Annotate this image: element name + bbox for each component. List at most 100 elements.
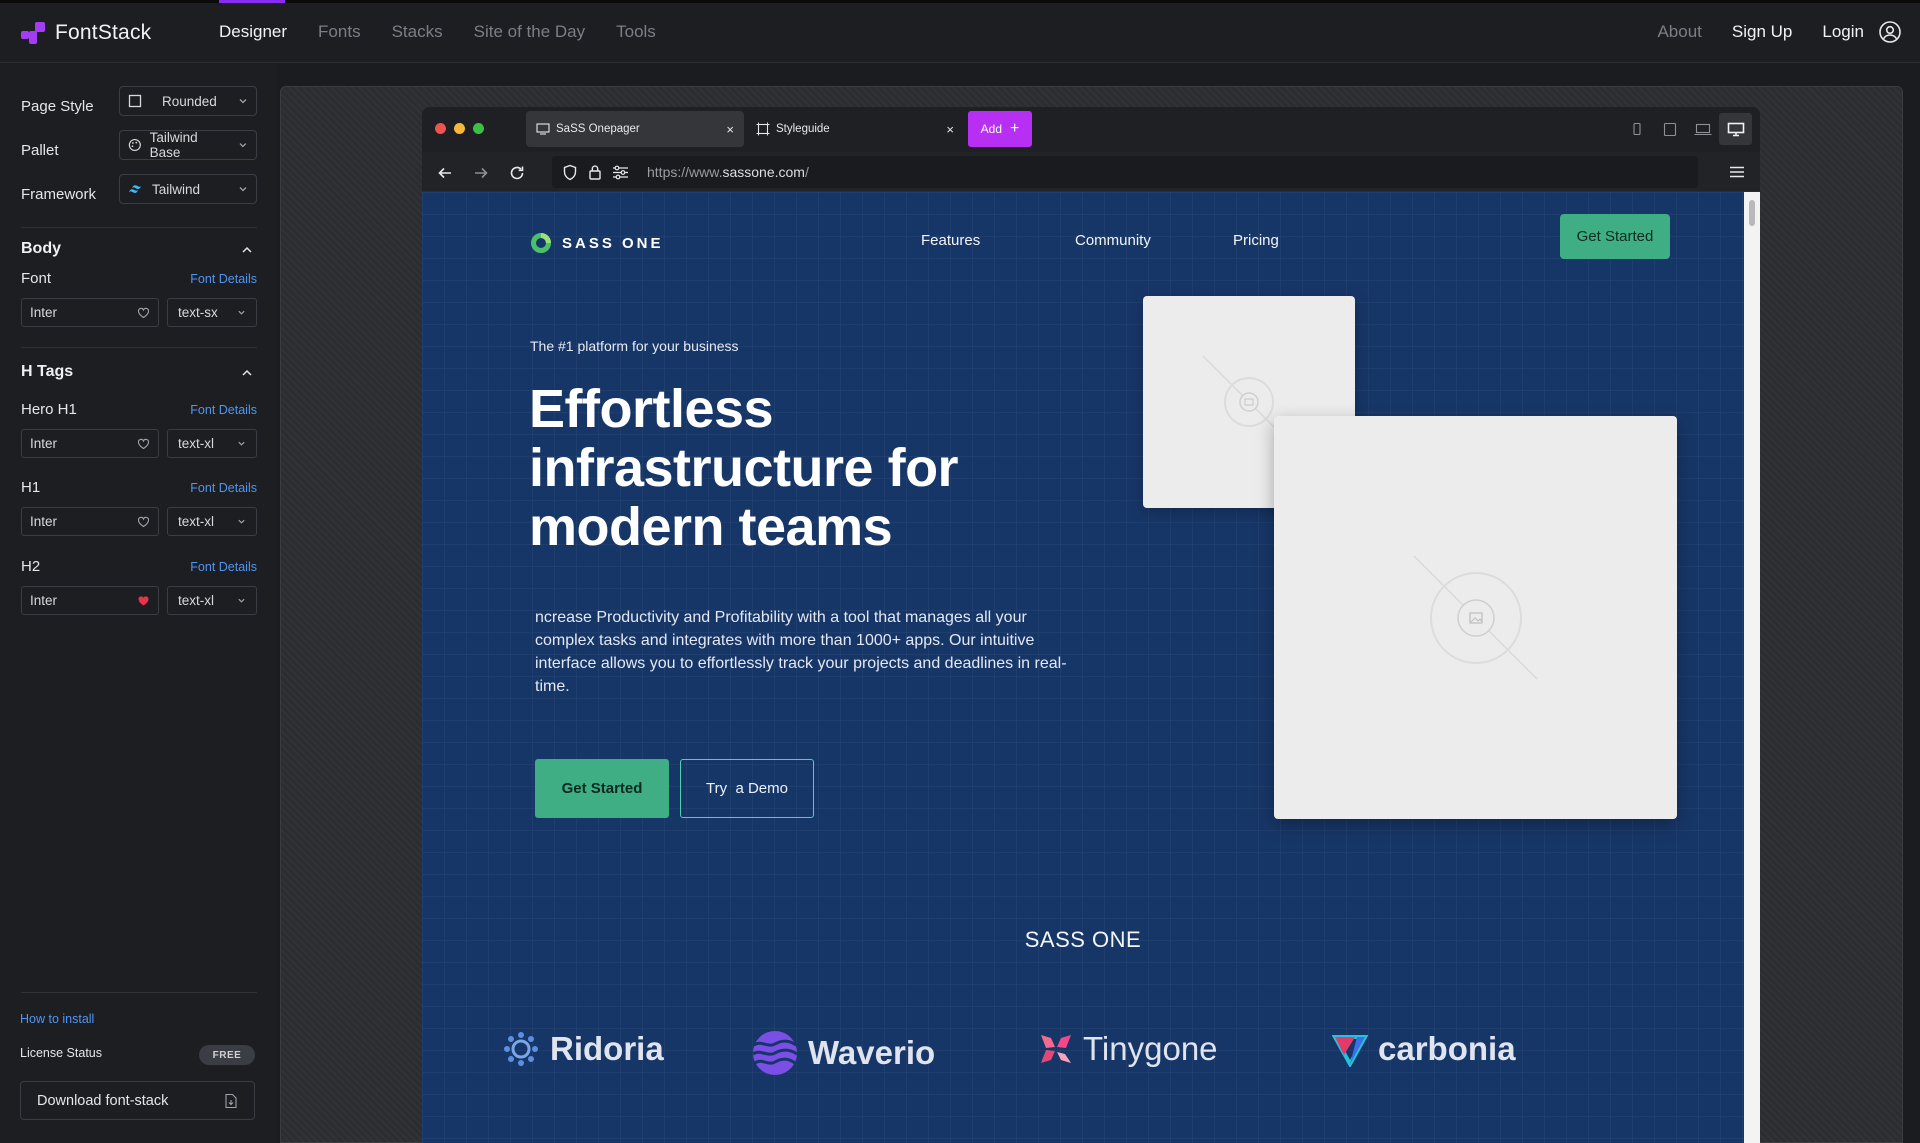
frame-icon bbox=[756, 122, 770, 136]
app-logo[interactable]: FontStack bbox=[21, 20, 151, 46]
pallet-select[interactable]: Tailwind Base bbox=[119, 130, 257, 160]
url-prefix: https://www. bbox=[647, 164, 723, 180]
tab-close-icon[interactable]: × bbox=[946, 122, 954, 137]
chevron-up-icon[interactable] bbox=[240, 243, 254, 257]
forward-arrow-icon[interactable] bbox=[472, 164, 490, 182]
heart-filled-icon[interactable] bbox=[137, 595, 150, 607]
tab-close-icon[interactable]: × bbox=[726, 122, 734, 137]
tune-sliders-icon[interactable] bbox=[612, 165, 629, 180]
h2-font-input[interactable]: Inter bbox=[21, 586, 159, 615]
tab-sass-onepager[interactable]: SaSS Onepager × bbox=[526, 111, 744, 147]
framework-row: Framework bbox=[21, 179, 96, 209]
client-logo-carbonia: carbonia bbox=[1332, 1030, 1516, 1068]
tab-styleguide[interactable]: Styleguide × bbox=[746, 111, 964, 147]
nav-designer[interactable]: Designer bbox=[219, 22, 287, 42]
site-nav-community[interactable]: Community bbox=[1075, 232, 1151, 249]
site-brand-heading: SASS ONE bbox=[1024, 927, 1142, 952]
nav-about[interactable]: About bbox=[1657, 22, 1701, 42]
h2-font-value: Inter bbox=[30, 593, 58, 608]
h1-font-value: Inter bbox=[30, 514, 58, 529]
page-style-select[interactable]: Rounded bbox=[119, 86, 257, 116]
nav-signup[interactable]: Sign Up bbox=[1732, 22, 1792, 42]
hero-h1-size-select[interactable]: text-xl bbox=[167, 429, 257, 458]
chevron-down-icon bbox=[238, 310, 245, 315]
nav-tools[interactable]: Tools bbox=[616, 22, 656, 42]
pallet-row: Pallet bbox=[21, 135, 59, 165]
nav-fonts[interactable]: Fonts bbox=[318, 22, 361, 42]
scrollbar-thumb[interactable] bbox=[1749, 200, 1755, 226]
body-size-value: text-sx bbox=[178, 305, 218, 320]
body-font-details-link[interactable]: Font Details bbox=[190, 272, 257, 286]
site-hero-paragraph: ncrease Productivity and Profitability w… bbox=[535, 609, 1067, 695]
body-size-select[interactable]: text-sx bbox=[167, 298, 257, 327]
preview-scrollbar[interactable] bbox=[1744, 192, 1760, 1143]
shield-icon[interactable] bbox=[562, 164, 578, 181]
how-to-install-link[interactable]: How to install bbox=[20, 1012, 94, 1026]
back-arrow-icon[interactable] bbox=[436, 164, 454, 182]
h1-font-details-link[interactable]: Font Details bbox=[190, 481, 257, 495]
body-font-input[interactable]: Inter bbox=[21, 298, 159, 327]
image-placeholder-icon bbox=[1413, 555, 1538, 680]
client-logo-ridoria: Ridoria bbox=[502, 1030, 664, 1068]
client-logo-text: Tinygone bbox=[1083, 1030, 1218, 1067]
site-header-get-started-button[interactable]: Get Started bbox=[1560, 214, 1670, 259]
site-hero-try-demo-button[interactable]: Try a Demo bbox=[680, 759, 814, 818]
nav-site-of-the-day[interactable]: Site of the Day bbox=[474, 22, 586, 42]
heart-outline-icon[interactable] bbox=[137, 438, 150, 450]
pallet-value: Tailwind Base bbox=[149, 130, 198, 160]
window-minimize-dot[interactable] bbox=[454, 123, 465, 134]
framework-select[interactable]: Tailwind bbox=[119, 174, 257, 204]
hero-h1-font-input[interactable]: Inter bbox=[21, 429, 159, 458]
nav-stacks[interactable]: Stacks bbox=[392, 22, 443, 42]
browser-tabbar: SaSS Onepager × Styleguide × Add + bbox=[422, 107, 1760, 152]
h1-size-select[interactable]: text-xl bbox=[167, 507, 257, 536]
plus-icon: + bbox=[1010, 120, 1020, 137]
tablet-device-icon[interactable] bbox=[1653, 113, 1686, 145]
chevron-down-icon bbox=[239, 143, 247, 148]
h1-font-input[interactable]: Inter bbox=[21, 507, 159, 536]
sidebar: Page Style Rounded Pallet Tailwind Base … bbox=[0, 64, 278, 1143]
window-close-dot[interactable] bbox=[435, 123, 446, 134]
hamburger-menu-icon[interactable] bbox=[1728, 163, 1746, 181]
framework-label: Framework bbox=[21, 185, 97, 203]
site-logo[interactable]: SASS ONE bbox=[530, 232, 664, 254]
h2-label: H2 bbox=[21, 558, 41, 575]
body-section-title[interactable]: Body bbox=[21, 240, 61, 258]
url-field[interactable]: https://www.sassone.com/ bbox=[552, 156, 1698, 188]
nav-login[interactable]: Login bbox=[1822, 22, 1864, 42]
h1-size-value: text-xl bbox=[178, 514, 215, 529]
desktop-device-icon[interactable] bbox=[1719, 113, 1752, 145]
site-hero-get-started-button[interactable]: Get Started bbox=[535, 759, 669, 818]
site-nav-features[interactable]: Features bbox=[921, 232, 980, 249]
h2-font-details-link[interactable]: Font Details bbox=[190, 560, 257, 574]
user-circle-icon[interactable] bbox=[1878, 20, 1902, 44]
h2-size-select[interactable]: text-xl bbox=[167, 586, 257, 615]
htags-section-title[interactable]: H Tags bbox=[21, 363, 73, 381]
app-name: FontStack bbox=[55, 21, 152, 44]
tailwind-icon bbox=[129, 185, 141, 193]
chevron-up-icon[interactable] bbox=[240, 366, 254, 380]
hero-h1-font-details-link[interactable]: Font Details bbox=[190, 403, 257, 417]
download-button[interactable]: Download font-stack bbox=[20, 1081, 255, 1120]
site-nav-pricing[interactable]: Pricing bbox=[1233, 232, 1279, 249]
add-tab-button[interactable]: Add + bbox=[968, 111, 1032, 147]
reload-icon[interactable] bbox=[508, 164, 526, 182]
client-logo-text: carbonia bbox=[1378, 1030, 1516, 1067]
laptop-device-icon[interactable] bbox=[1686, 113, 1719, 145]
heart-outline-icon[interactable] bbox=[137, 516, 150, 528]
heart-outline-icon[interactable] bbox=[137, 307, 150, 319]
window-maximize-dot[interactable] bbox=[473, 123, 484, 134]
download-label: Download font-stack bbox=[37, 1092, 169, 1109]
h2-size-value: text-xl bbox=[178, 593, 215, 608]
chevron-down-icon bbox=[238, 519, 245, 524]
mobile-device-icon[interactable] bbox=[1620, 113, 1653, 145]
top-edge-line bbox=[0, 0, 1920, 3]
active-nav-indicator bbox=[219, 0, 285, 3]
placeholder-image-large bbox=[1274, 416, 1677, 819]
chevron-down-icon bbox=[238, 598, 245, 603]
waverio-logo-icon bbox=[752, 1031, 798, 1075]
license-badge: FREE bbox=[199, 1045, 255, 1065]
lock-icon[interactable] bbox=[588, 164, 602, 180]
site-hero-headline: Effortless infrastructure for modern tea… bbox=[529, 379, 959, 557]
page-style-label: Page Style bbox=[21, 97, 94, 115]
